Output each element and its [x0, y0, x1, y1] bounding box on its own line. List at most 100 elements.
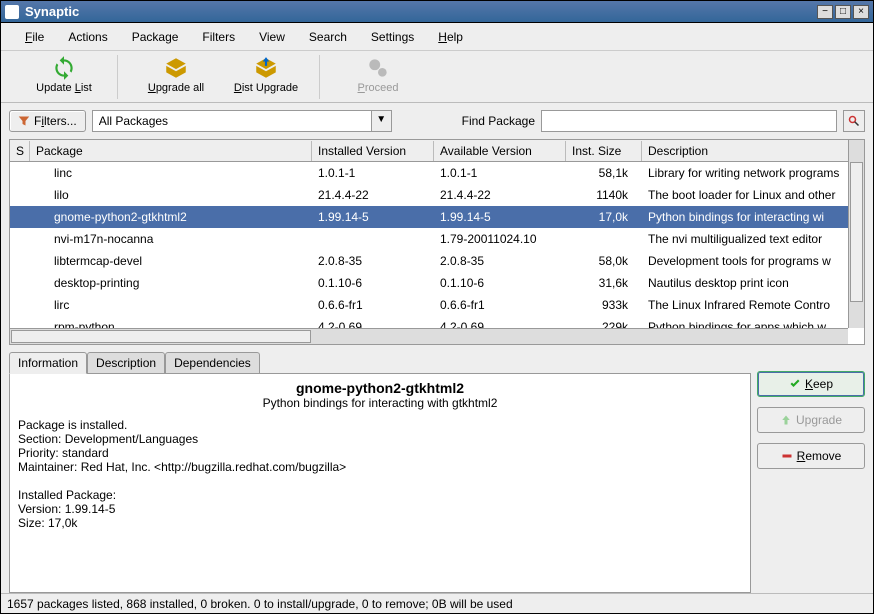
menu-help[interactable]: Help	[426, 28, 475, 46]
col-status[interactable]: S	[10, 141, 30, 161]
cell-description: Python bindings for interacting wi	[642, 207, 864, 227]
app-icon	[5, 5, 19, 19]
find-label: Find Package	[462, 114, 535, 128]
chevron-down-icon[interactable]: ▼	[372, 110, 392, 132]
status-text: 1657 packages listed, 868 installed, 0 b…	[7, 597, 513, 611]
col-installed[interactable]: Installed Version	[312, 141, 434, 161]
detail-pane: Information Description Dependencies gno…	[9, 351, 751, 593]
upgrade-label: Upgrade	[796, 413, 842, 427]
upgrade-all-button[interactable]: Upgrade all	[137, 55, 215, 94]
cell-installed: 1.99.14-5	[312, 207, 434, 227]
maximize-button[interactable]: □	[835, 5, 851, 19]
col-available[interactable]: Available Version	[434, 141, 566, 161]
search-icon	[848, 115, 860, 127]
cell-available: 21.4.4-22	[434, 185, 566, 205]
detail-content: gnome-python2-gtkhtml2 Python bindings f…	[9, 373, 751, 593]
box-up-icon	[253, 55, 279, 81]
cell-size	[566, 236, 642, 242]
detail-subtitle: Python bindings for interacting with gtk…	[18, 396, 742, 410]
dist-upgrade-button[interactable]: Dist Upgrade	[227, 55, 305, 94]
remove-icon	[781, 450, 793, 462]
cell-installed: 0.6.6-fr1	[312, 295, 434, 315]
detail-title: gnome-python2-gtkhtml2	[18, 380, 742, 396]
refresh-icon	[51, 55, 77, 81]
menu-package[interactable]: Package	[120, 28, 191, 46]
find-button[interactable]	[843, 110, 865, 132]
cell-package: linc	[30, 163, 312, 183]
search-input[interactable]	[541, 110, 837, 132]
tab-dependencies[interactable]: Dependencies	[165, 352, 260, 374]
cell-available: 1.79-20011024.10	[434, 229, 566, 249]
close-button[interactable]: ×	[853, 5, 869, 19]
filters-button[interactable]: Filters...	[9, 110, 86, 132]
vertical-scrollbar[interactable]	[848, 140, 864, 328]
filters-label: Filters...	[34, 114, 77, 128]
filter-combo[interactable]: ▼	[92, 110, 392, 132]
cell-description: The Linux Infrared Remote Contro	[642, 295, 864, 315]
cell-installed: 1.0.1-1	[312, 163, 434, 183]
cell-size: 31,6k	[566, 273, 642, 293]
col-package[interactable]: Package	[30, 141, 312, 161]
cell-package: gnome-python2-gtkhtml2	[30, 207, 312, 227]
cell-description: The nvi multiligualized text editor	[642, 229, 864, 249]
cell-installed: 0.1.10-6	[312, 273, 434, 293]
cell-size: 58,0k	[566, 251, 642, 271]
table-row[interactable]: gnome-python2-gtkhtml21.99.14-51.99.14-5…	[10, 206, 864, 228]
horizontal-scrollbar[interactable]	[10, 328, 848, 344]
update-list-button[interactable]: Update List	[25, 55, 103, 94]
menu-filters[interactable]: Filters	[190, 28, 247, 46]
menu-file[interactable]: File	[13, 28, 56, 46]
remove-label: Remove	[797, 449, 842, 463]
menubar: File Actions Package Filters View Search…	[1, 23, 873, 51]
menu-search[interactable]: Search	[297, 28, 359, 46]
filter-bar: Filters... ▼ Find Package	[1, 103, 873, 139]
proceed-button: Proceed	[339, 55, 417, 94]
menu-view[interactable]: View	[247, 28, 297, 46]
up-icon	[780, 414, 792, 426]
cell-available: 1.0.1-1	[434, 163, 566, 183]
table-row[interactable]: nvi-m17n-nocanna1.79-20011024.10The nvi …	[10, 228, 864, 250]
tab-description[interactable]: Description	[87, 352, 165, 374]
cell-package: lirc	[30, 295, 312, 315]
col-size[interactable]: Inst. Size	[566, 141, 642, 161]
cell-available: 1.99.14-5	[434, 207, 566, 227]
cell-size: 17,0k	[566, 207, 642, 227]
cell-installed: 2.0.8-35	[312, 251, 434, 271]
check-icon	[789, 378, 801, 390]
cell-size: 933k	[566, 295, 642, 315]
cell-installed	[312, 236, 434, 242]
table-row[interactable]: linc1.0.1-11.0.1-158,1kLibrary for writi…	[10, 162, 864, 184]
tab-information[interactable]: Information	[9, 352, 87, 374]
table-header: S Package Installed Version Available Ve…	[10, 140, 864, 162]
detail-tabs: Information Description Dependencies	[9, 351, 751, 373]
minimize-button[interactable]: −	[817, 5, 833, 19]
cell-available: 0.6.6-fr1	[434, 295, 566, 315]
keep-button[interactable]: Keep	[757, 371, 865, 397]
cell-description: Nautilus desktop print icon	[642, 273, 864, 293]
cell-description: Development tools for programs w	[642, 251, 864, 271]
upgrade-button: Upgrade	[757, 407, 865, 433]
gears-icon	[365, 55, 391, 81]
box-icon	[163, 55, 189, 81]
menu-settings[interactable]: Settings	[359, 28, 426, 46]
update-list-label: Update List	[36, 82, 92, 94]
table-body: linc1.0.1-11.0.1-158,1kLibrary for writi…	[10, 162, 864, 344]
package-table: S Package Installed Version Available Ve…	[9, 139, 865, 345]
detail-body: Package is installed. Section: Developme…	[18, 418, 742, 530]
cell-available: 0.1.10-6	[434, 273, 566, 293]
remove-button[interactable]: Remove	[757, 443, 865, 469]
cell-package: libtermcap-devel	[30, 251, 312, 271]
action-pane: Keep Upgrade Remove	[757, 351, 865, 593]
col-description[interactable]: Description	[642, 141, 864, 161]
table-row[interactable]: lirc0.6.6-fr10.6.6-fr1933kThe Linux Infr…	[10, 294, 864, 316]
table-row[interactable]: lilo21.4.4-2221.4.4-221140kThe boot load…	[10, 184, 864, 206]
table-row[interactable]: libtermcap-devel2.0.8-352.0.8-3558,0kDev…	[10, 250, 864, 272]
filter-combo-input[interactable]	[92, 110, 372, 132]
cell-description: Library for writing network programs	[642, 163, 864, 183]
cell-installed: 21.4.4-22	[312, 185, 434, 205]
table-row[interactable]: desktop-printing0.1.10-60.1.10-631,6kNau…	[10, 272, 864, 294]
toolbar: Update List Upgrade all Dist Upgrade Pro…	[1, 51, 873, 103]
cell-available: 2.0.8-35	[434, 251, 566, 271]
menu-actions[interactable]: Actions	[56, 28, 119, 46]
cell-package: lilo	[30, 185, 312, 205]
